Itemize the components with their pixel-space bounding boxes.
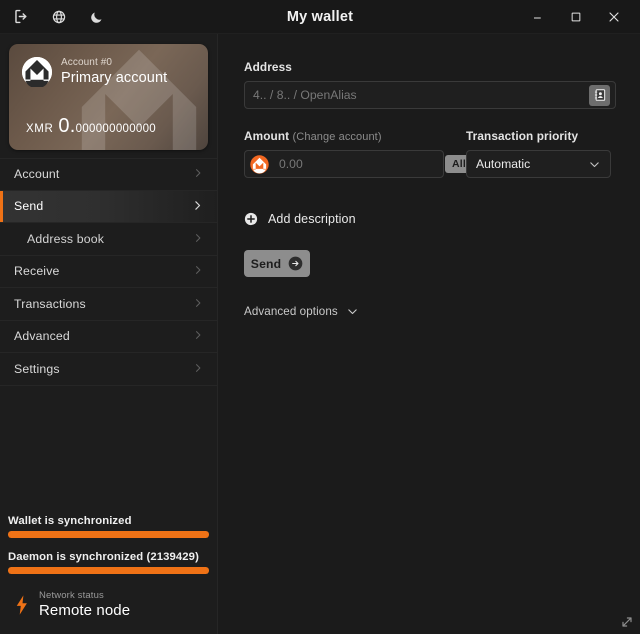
sidebar-item-label: Account xyxy=(14,167,60,182)
account-card-header: Account #0 Primary account xyxy=(9,44,208,87)
network-status-label: Network status xyxy=(39,589,104,601)
priority-field-group: Transaction priority Automatic xyxy=(466,129,611,178)
window-body: Account #0 Primary account XMR 0. 000000… xyxy=(0,34,640,634)
chevron-right-icon xyxy=(192,329,204,343)
wallet-sync-progressbar xyxy=(8,530,209,538)
advanced-options-label: Advanced options xyxy=(244,305,338,318)
amount-input[interactable] xyxy=(271,151,445,177)
send-button-label: Send xyxy=(250,256,282,271)
sync-status-panel: Wallet is synchronized Daemon is synchro… xyxy=(0,515,217,634)
sidebar-item-receive[interactable]: Receive xyxy=(0,256,217,288)
amount-label-text: Amount xyxy=(244,129,290,143)
moon-icon[interactable] xyxy=(88,8,106,26)
advanced-options-toggle[interactable]: Advanced options xyxy=(244,305,616,318)
globe-icon[interactable] xyxy=(50,8,68,26)
amount-label: Amount (Change account) xyxy=(244,129,444,143)
send-button[interactable]: Send xyxy=(244,250,310,277)
sidebar-item-settings[interactable]: Settings xyxy=(0,353,217,386)
chevron-right-icon xyxy=(192,264,204,278)
monero-logo-icon xyxy=(22,57,52,87)
amount-input-wrapper[interactable]: All xyxy=(244,150,474,178)
balance-decimals: 000000000000 xyxy=(75,123,156,135)
add-description-label: Add description xyxy=(268,212,356,226)
address-label: Address xyxy=(244,60,292,74)
sidebar: Account #0 Primary account XMR 0. 000000… xyxy=(0,34,218,634)
lightning-bolt-icon xyxy=(14,595,30,615)
chevron-right-icon xyxy=(191,199,204,214)
amount-priority-row: Amount (Change account) All xyxy=(244,129,616,178)
minimize-button[interactable] xyxy=(526,5,550,29)
change-account-link[interactable]: (Change account) xyxy=(293,131,382,143)
chevron-right-icon xyxy=(192,297,204,311)
send-form: Address Amount (Change account) xyxy=(218,34,640,634)
address-input[interactable] xyxy=(245,82,589,108)
resize-handle[interactable] xyxy=(620,615,634,629)
address-input-wrapper[interactable] xyxy=(244,81,616,109)
chevron-right-icon xyxy=(192,167,204,181)
network-status[interactable]: Network status Remote node xyxy=(8,587,209,634)
titlebar-left-icons xyxy=(0,8,200,26)
account-name: Primary account xyxy=(61,69,168,86)
network-status-value: Remote node xyxy=(39,602,131,619)
sidebar-item-label: Receive xyxy=(14,264,60,279)
wallet-sync-label: Wallet is synchronized xyxy=(8,514,132,527)
chevron-right-icon xyxy=(192,362,204,376)
wallet-window: My wallet Account #0 Primary account XMR… xyxy=(0,0,640,634)
address-book-icon[interactable] xyxy=(589,84,610,106)
titlebar: My wallet xyxy=(0,0,640,34)
maximize-button[interactable] xyxy=(564,5,588,29)
amount-field-group: Amount (Change account) All xyxy=(244,129,474,178)
daemon-sync-label: Daemon is synchronized (2139429) xyxy=(8,550,199,563)
sidebar-item-advanced[interactable]: Advanced xyxy=(0,321,217,353)
balance-integer: 0. xyxy=(58,115,76,137)
sidebar-item-label: Advanced xyxy=(14,329,70,344)
sidebar-item-label: Transactions xyxy=(14,296,86,311)
sidebar-item-transactions[interactable]: Transactions xyxy=(0,288,217,321)
transaction-priority-select[interactable]: Automatic xyxy=(466,150,611,178)
monero-coin-icon xyxy=(250,154,269,174)
sidebar-item-label: Send xyxy=(14,199,44,214)
sidebar-nav: Account Send Address book Receive Transa… xyxy=(0,158,217,386)
account-card[interactable]: Account #0 Primary account XMR 0. 000000… xyxy=(9,44,208,150)
add-description-button[interactable]: Add description xyxy=(244,212,616,226)
sidebar-item-send[interactable]: Send xyxy=(0,190,217,223)
chevron-down-icon xyxy=(346,305,359,318)
transaction-priority-label: Transaction priority xyxy=(466,129,579,143)
sidebar-item-label: Address book xyxy=(27,231,104,246)
logout-icon[interactable] xyxy=(12,8,30,26)
daemon-sync-progressbar xyxy=(8,566,209,574)
account-balance: XMR 0. 000000000000 xyxy=(26,115,156,138)
close-button[interactable] xyxy=(602,5,626,29)
balance-currency: XMR xyxy=(26,123,54,135)
sidebar-item-address-book[interactable]: Address book xyxy=(0,223,217,256)
arrow-right-circle-icon xyxy=(288,256,303,271)
chevron-down-icon xyxy=(588,158,601,171)
chevron-right-icon xyxy=(192,232,204,246)
sidebar-item-label: Settings xyxy=(14,361,60,376)
sidebar-item-account[interactable]: Account xyxy=(0,158,217,191)
window-controls xyxy=(526,5,640,29)
transaction-priority-value: Automatic xyxy=(476,157,531,171)
plus-circle-icon xyxy=(244,212,258,226)
account-number: Account #0 xyxy=(61,57,113,69)
